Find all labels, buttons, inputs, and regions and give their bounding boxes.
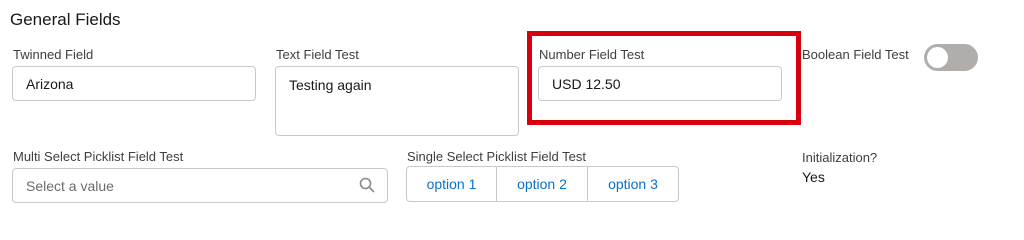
search-icon[interactable] <box>359 177 375 193</box>
number-field-highlight-box <box>527 31 801 125</box>
text-field-label: Text Field Test <box>276 47 359 62</box>
text-field-value: Testing again <box>289 77 372 93</box>
text-field-textarea[interactable]: Testing again <box>275 66 519 136</box>
twinned-field-label: Twinned Field <box>13 47 94 62</box>
single-select-label: Single Select Picklist Field Test <box>407 149 586 164</box>
twinned-field-value: Arizona <box>26 75 74 92</box>
single-select-button-group: option 1 option 2 option 3 <box>406 166 679 202</box>
multi-select-input[interactable]: Select a value <box>12 168 388 203</box>
option-1-button[interactable]: option 1 <box>407 167 497 201</box>
option-3-button[interactable]: option 3 <box>588 167 678 201</box>
twinned-field-input[interactable]: Arizona <box>12 66 256 101</box>
toggle-knob <box>927 47 948 68</box>
multi-select-placeholder: Select a value <box>26 177 114 194</box>
option-2-button[interactable]: option 2 <box>497 167 588 201</box>
boolean-field-toggle[interactable] <box>924 44 978 71</box>
section-title: General Fields <box>10 10 121 29</box>
boolean-field-label: Boolean Field Test <box>802 47 909 62</box>
initialization-value: Yes <box>802 169 825 185</box>
multi-select-label: Multi Select Picklist Field Test <box>13 149 184 164</box>
initialization-label: Initialization? <box>802 150 878 165</box>
